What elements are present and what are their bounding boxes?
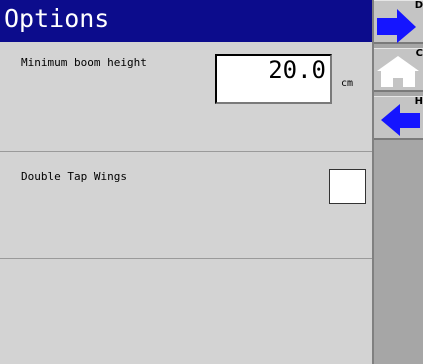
- boom-height-unit: cm: [341, 78, 354, 89]
- boom-height-row: Minimum boom height 20.0 cm: [0, 42, 372, 152]
- home-button-label: C: [415, 48, 423, 59]
- side-toolbar: D C H: [372, 0, 423, 364]
- double-tap-row: Double Tap Wings: [0, 152, 372, 259]
- double-tap-label: Double Tap Wings: [21, 170, 127, 183]
- options-list: Minimum boom height 20.0 cm Double Tap W…: [0, 42, 372, 364]
- back-button-label: H: [414, 96, 423, 107]
- double-tap-checkbox[interactable]: [329, 169, 366, 204]
- empty-row: [0, 259, 372, 364]
- boom-height-label: Minimum boom height: [21, 56, 147, 69]
- boom-height-input[interactable]: 20.0: [215, 54, 332, 104]
- back-button[interactable]: H: [374, 96, 423, 140]
- next-button-label: D: [414, 0, 423, 11]
- page-title: Options: [0, 0, 372, 42]
- next-button[interactable]: D: [374, 0, 423, 44]
- home-button[interactable]: C: [374, 48, 423, 92]
- options-screen: Options Minimum boom height 20.0 cm Doub…: [0, 0, 423, 364]
